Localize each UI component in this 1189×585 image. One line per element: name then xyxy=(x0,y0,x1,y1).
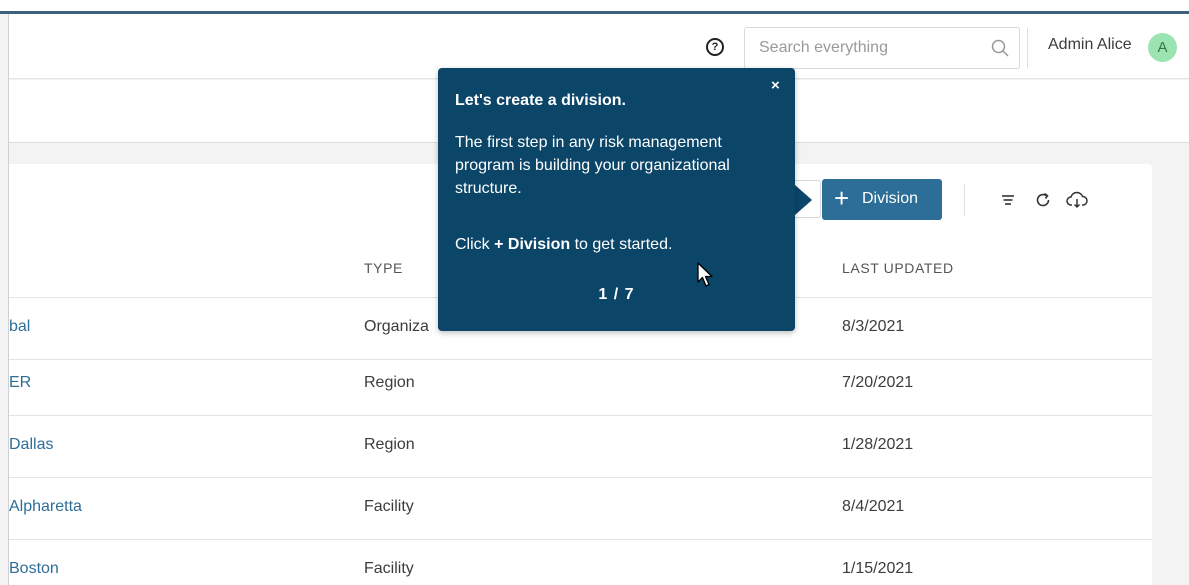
division-name-link[interactable]: Dallas xyxy=(9,436,53,454)
avatar[interactable]: A xyxy=(1148,33,1177,62)
division-last-updated: 8/4/2021 xyxy=(842,498,905,515)
user-name[interactable]: Admin Alice xyxy=(1048,36,1132,54)
tour-cta: Click + Division to get started. xyxy=(455,236,672,254)
division-type: Region xyxy=(364,436,415,453)
tour-step-indicator: 1 / 7 xyxy=(598,286,635,303)
refresh-icon[interactable] xyxy=(1031,188,1055,212)
division-type: Organiza xyxy=(364,318,429,335)
search-icon[interactable] xyxy=(991,39,1009,57)
tour-popover: × Let's create a division. The first ste… xyxy=(438,68,795,331)
column-header-last-updated[interactable]: LAST UPDATED xyxy=(842,260,954,276)
tour-cta-bold: + Division xyxy=(494,236,571,253)
add-division-button[interactable]: + Division xyxy=(822,179,942,220)
tour-cta-suffix: to get started. xyxy=(570,236,673,253)
division-name-link[interactable]: Boston xyxy=(9,560,59,578)
table-row[interactable]: Boston Facility 1/15/2021 xyxy=(9,540,1152,585)
tour-cta-prefix: Click xyxy=(455,236,495,253)
table-row[interactable]: ER Region 7/20/2021 xyxy=(9,354,1152,416)
toolbar-divider xyxy=(964,184,965,216)
column-header-type[interactable]: TYPE xyxy=(364,260,403,276)
division-last-updated: 1/15/2021 xyxy=(842,560,914,577)
division-last-updated: 1/28/2021 xyxy=(842,436,914,453)
division-last-updated: 7/20/2021 xyxy=(842,374,914,391)
add-division-label: Division xyxy=(862,190,919,207)
division-name-link[interactable]: Alpharetta xyxy=(9,498,82,516)
tour-pointer-arrow xyxy=(795,185,812,215)
division-name-link[interactable]: ER xyxy=(9,374,31,392)
cloud-download-icon[interactable] xyxy=(1065,188,1089,212)
tour-body: The first step in any risk management pr… xyxy=(455,134,730,197)
plus-icon: + xyxy=(834,183,850,213)
header-divider xyxy=(1027,28,1028,68)
search-input[interactable] xyxy=(759,36,969,60)
top-stripe xyxy=(0,0,1189,14)
tour-close-icon[interactable]: × xyxy=(771,77,780,94)
search-box[interactable] xyxy=(744,27,1020,69)
division-type: Facility xyxy=(364,560,414,577)
list-lines-icon[interactable] xyxy=(996,188,1020,212)
table-row[interactable]: Dallas Region 1/28/2021 xyxy=(9,416,1152,478)
help-icon[interactable]: ? xyxy=(706,38,724,56)
mouse-cursor-icon xyxy=(697,262,713,287)
division-name-link[interactable]: bal xyxy=(9,318,30,336)
table-row[interactable]: Alpharetta Facility 8/4/2021 xyxy=(9,478,1152,540)
tour-title: Let's create a division. xyxy=(455,92,626,109)
division-type: Facility xyxy=(364,498,414,515)
division-last-updated: 8/3/2021 xyxy=(842,318,905,335)
division-type: Region xyxy=(364,374,415,391)
